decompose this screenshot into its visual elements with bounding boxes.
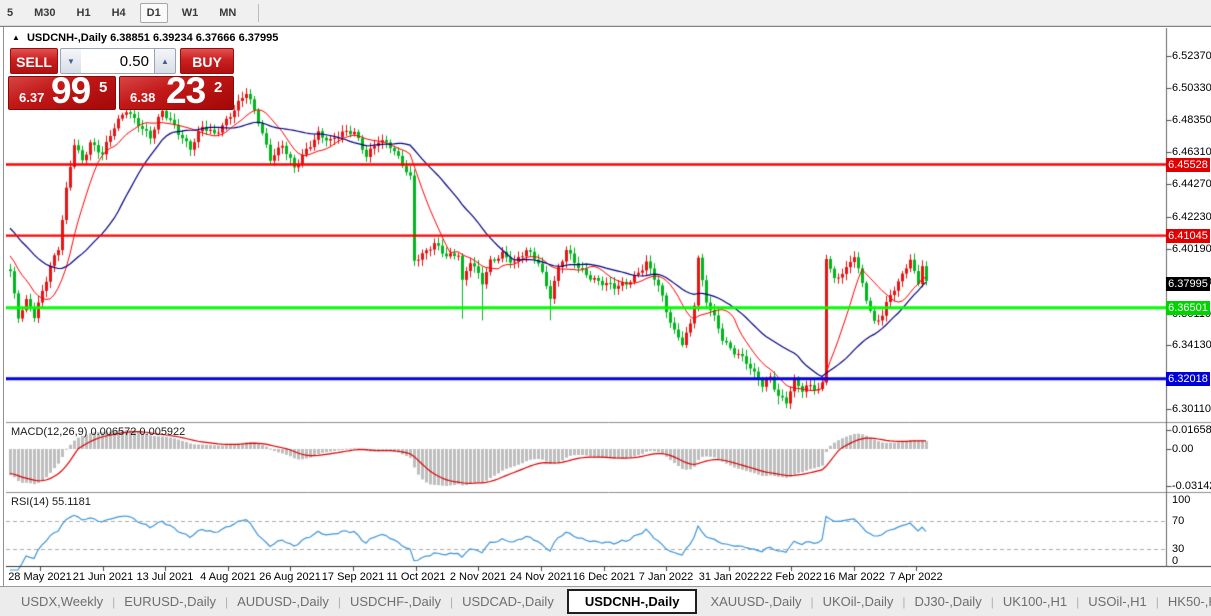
price-axis-tick: 6.40190 <box>1172 243 1211 255</box>
price-line-badge: 6.41045 <box>1166 229 1210 243</box>
chart-tab-usdcnh-daily[interactable]: USDCNH-,Daily <box>567 589 698 614</box>
chart-header: ▲ USDCNH-,Daily 6.38851 6.39234 6.37666 … <box>12 32 278 44</box>
sell-price-big: 99 <box>51 70 90 112</box>
buy-price-panel[interactable]: 6.38 23 2 <box>119 76 234 110</box>
chart-tab-hk50-h1[interactable]: HK50-,H1 <box>1159 594 1211 609</box>
chart-window[interactable]: ▲ USDCNH-,Daily 6.38851 6.39234 6.37666 … <box>0 26 1211 586</box>
timeframe-button-m30[interactable]: M30 <box>27 3 62 23</box>
sell-price-sup: 5 <box>99 79 107 96</box>
chart-tab-uk100-h1[interactable]: UK100-,H1 <box>994 594 1076 609</box>
sell-price-small: 6.37 <box>19 90 44 105</box>
chart-tab-usdcad-daily[interactable]: USDCAD-,Daily <box>453 594 563 609</box>
timeframe-button-h4[interactable]: H4 <box>105 3 133 23</box>
rsi-axis-tick: 100 <box>1172 494 1190 506</box>
timeframe-toolbar: 5 M30 H1 H4 D1 W1 MN <box>0 0 1211 26</box>
chart-tab-usoil-h1[interactable]: USOil-,H1 <box>1079 594 1156 609</box>
price-axis-tick: 6.48350 <box>1172 114 1211 126</box>
price-axis-tick: 6.50330 <box>1172 82 1211 94</box>
chart-tab-ukoil-daily[interactable]: UKOil-,Daily <box>814 594 903 609</box>
rsi-axis-tick: 30 <box>1172 543 1184 555</box>
mt4-terminal: 5 M30 H1 H4 D1 W1 MN ▲ USDCNH-,Daily 6.38851 6… <box>0 0 1211 616</box>
price-line-badge: 6.32018 <box>1166 372 1210 386</box>
price-axis-tick: 6.34130 <box>1172 339 1211 351</box>
price-line-badge: 6.36501 <box>1166 301 1210 315</box>
macd-axis-max: 0.016586 <box>1172 424 1211 436</box>
timeframe-button-d1[interactable]: D1 <box>140 3 168 23</box>
price-line-badge: 6.45528 <box>1166 158 1210 172</box>
chart-tab-usdx-weekly[interactable]: USDX,Weekly <box>12 594 112 609</box>
chart-tabs-bar: USDX,Weekly|EURUSD-,Daily|AUDUSD-,Daily|… <box>0 586 1211 616</box>
chart-tab-eurusd-daily[interactable]: EURUSD-,Daily <box>115 594 225 609</box>
price-line-badge: 6.37995 <box>1166 277 1210 291</box>
collapse-arrow-icon[interactable]: ▲ <box>12 33 20 42</box>
window-left-border <box>3 27 4 587</box>
timeframe-button-h1[interactable]: H1 <box>70 3 98 23</box>
chart-tab-xauusd-daily[interactable]: XAUUSD-,Daily <box>701 594 810 609</box>
chart-symbol-title: USDCNH-,Daily <box>27 32 107 44</box>
chart-tab-usdchf-daily[interactable]: USDCHF-,Daily <box>341 594 450 609</box>
sell-price-panel[interactable]: 6.37 99 5 <box>8 76 116 110</box>
macd-axis-min: -0.031421 <box>1172 480 1211 492</box>
timeframe-button-mn[interactable]: MN <box>212 3 243 23</box>
rsi-indicator-label: RSI(14) 55.1181 <box>11 496 91 508</box>
rsi-axis-tick: 0 <box>1172 555 1178 567</box>
volume-input[interactable]: 0.50 <box>81 48 155 74</box>
chart-tab-audusd-daily[interactable]: AUDUSD-,Daily <box>228 594 338 609</box>
price-axis-tick: 6.52370 <box>1172 50 1211 62</box>
buy-price-small: 6.38 <box>130 90 155 105</box>
buy-price-big: 23 <box>166 70 205 112</box>
macd-indicator-label: MACD(12,26,9) 0.006572 0.005922 <box>11 426 185 438</box>
buy-price-sup: 2 <box>214 79 222 96</box>
timeframe-button-5[interactable]: 5 <box>0 3 20 23</box>
price-axis-tick: 6.42230 <box>1172 211 1211 223</box>
toolbar-separator <box>258 4 259 22</box>
timeframe-button-w1[interactable]: W1 <box>175 3 206 23</box>
price-axis-tick: 6.30110 <box>1172 403 1211 415</box>
macd-axis-zero: 0.00 <box>1172 443 1193 455</box>
chart-ohlc-values: 6.38851 6.39234 6.37666 6.37995 <box>110 32 278 44</box>
price-axis-tick: 6.44270 <box>1172 178 1211 190</box>
chart-tab-dj30-daily[interactable]: DJ30-,Daily <box>906 594 991 609</box>
price-axis-tick: 6.46310 <box>1172 146 1211 158</box>
rsi-axis-tick: 70 <box>1172 515 1184 527</box>
date-axis-label: 7 Apr 2022 <box>874 571 958 583</box>
